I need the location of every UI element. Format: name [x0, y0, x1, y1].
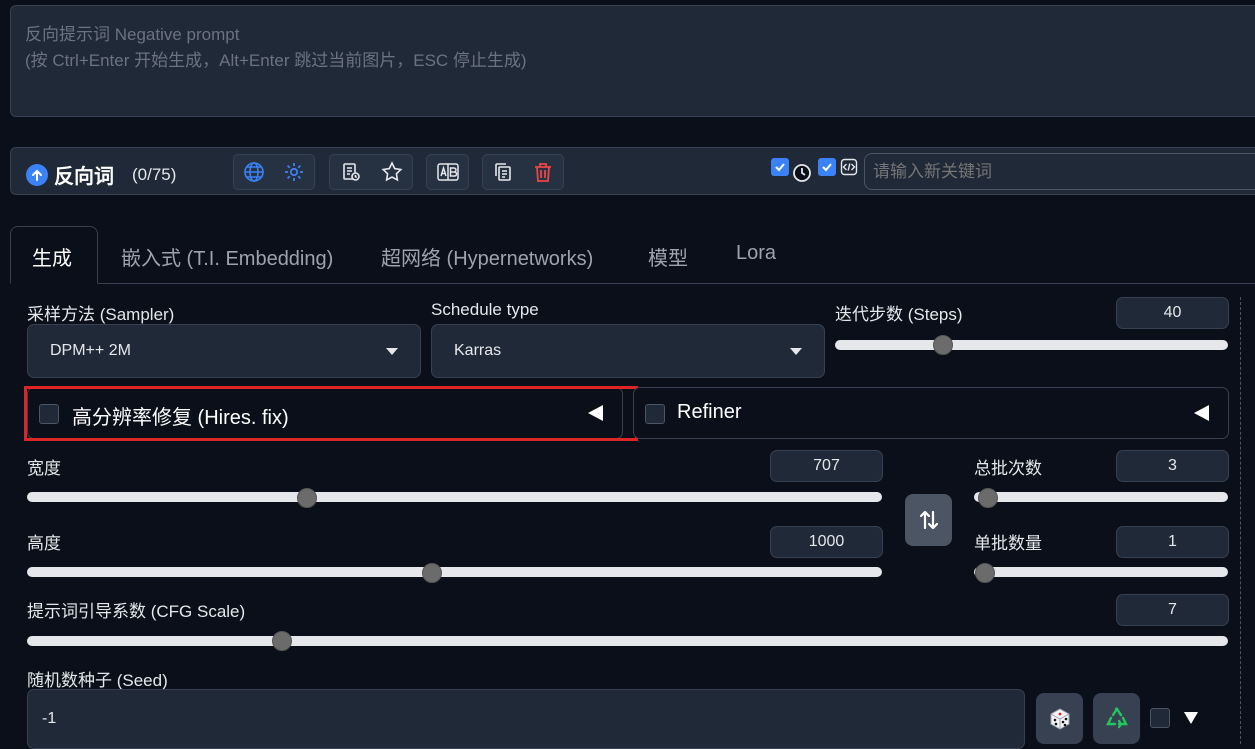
schedule-value: Karras [454, 342, 502, 359]
negative-prompt-placeholder-1: 反向提示词 Negative prompt [25, 25, 240, 44]
batch-count-slider-thumb[interactable] [978, 488, 998, 508]
chevron-down-icon [386, 347, 398, 355]
translate-icon[interactable] [433, 157, 463, 187]
schedule-label: Schedule type [431, 300, 539, 319]
height-slider-thumb[interactable] [422, 563, 442, 583]
cfg-number-input[interactable]: 7 [1116, 594, 1229, 626]
seed-input[interactable]: -1 [27, 689, 1025, 749]
trash-icon[interactable] [528, 157, 558, 187]
tab-lora[interactable]: Lora [736, 242, 776, 265]
tab-generate[interactable]: 生成 [32, 242, 72, 271]
cfg-slider-thumb[interactable] [272, 631, 292, 651]
batch-count-slider-track[interactable] [974, 492, 1228, 502]
steps-slider-track[interactable] [835, 340, 1228, 350]
refiner-checkbox[interactable] [645, 404, 665, 424]
toolbar-title-group[interactable]: 反向词 (0/75) [26, 160, 176, 189]
timer-icon [792, 163, 812, 188]
chevron-down-icon [790, 347, 802, 355]
recycle-icon [1105, 706, 1128, 728]
toolbar-group-4 [482, 154, 564, 190]
seed-label: 随机数种子 (Seed) [27, 671, 168, 690]
expand-arrow-icon[interactable] [1184, 712, 1198, 724]
height-label: 高度 [27, 534, 61, 553]
collapse-arrow-icon[interactable] [1194, 405, 1209, 421]
batch-size-slider-track[interactable] [974, 567, 1228, 577]
tabs-divider [10, 283, 1255, 284]
height-slider-track[interactable] [27, 567, 882, 577]
batch-count-number-input[interactable]: 3 [1116, 450, 1229, 482]
width-slider-thumb[interactable] [297, 488, 317, 508]
seed-value: -1 [42, 710, 57, 727]
negative-prompt-placeholder-2: (按 Ctrl+Enter 开始生成，Alt+Enter 跳过当前图片，ESC … [25, 51, 527, 70]
extra-seed-checkbox[interactable] [1150, 708, 1170, 728]
panel-edge [1240, 297, 1241, 744]
sampler-label: 采样方法 (Sampler) [27, 305, 175, 324]
sampler-dropdown[interactable]: DPM++ 2M [27, 324, 421, 378]
gear-icon[interactable] [279, 157, 309, 187]
negative-prompt-textarea[interactable]: 反向提示词 Negative prompt (按 Ctrl+Enter 开始生成… [10, 5, 1255, 117]
toolbar-title: 反向词 [54, 166, 114, 188]
keyword-input[interactable] [864, 153, 1255, 190]
steps-number-input[interactable]: 40 [1116, 297, 1229, 329]
cfg-slider-track[interactable] [27, 636, 1228, 646]
token-count: (0/75) [132, 164, 177, 184]
refiner-label: Refiner [677, 401, 742, 423]
schedule-dropdown[interactable]: Karras [431, 324, 825, 378]
toolbar-group-3 [426, 154, 469, 190]
steps-label: 迭代步数 (Steps) [835, 305, 963, 324]
batch-count-label: 总批次数 [974, 459, 1042, 478]
auto-translate-checkbox[interactable] [771, 158, 789, 176]
code-icon [840, 158, 858, 181]
copy-icon[interactable] [488, 157, 518, 187]
history-icon[interactable] [336, 157, 366, 187]
toolbar-group-1 [233, 154, 315, 190]
batch-size-slider-thumb[interactable] [975, 563, 995, 583]
globe-icon[interactable] [239, 157, 269, 187]
toolbar-group-2 [329, 154, 413, 190]
steps-slider-thumb[interactable] [933, 335, 953, 355]
random-seed-button[interactable] [1036, 693, 1083, 744]
code-checkbox[interactable] [818, 158, 836, 176]
tab-embedding[interactable]: 嵌入式 (T.I. Embedding) [121, 242, 333, 271]
sampler-value: DPM++ 2M [50, 342, 131, 359]
tab-models[interactable]: 模型 [648, 242, 688, 271]
star-icon[interactable] [377, 157, 407, 187]
swap-dimensions-button[interactable] [905, 494, 952, 546]
width-label: 宽度 [27, 459, 61, 478]
width-slider-track[interactable] [27, 492, 882, 502]
tab-hypernetworks[interactable]: 超网络 (Hypernetworks) [381, 242, 593, 271]
width-number-input[interactable]: 707 [770, 450, 883, 482]
reuse-seed-button[interactable] [1093, 693, 1140, 744]
dice-icon [1050, 707, 1069, 730]
cfg-label: 提示词引导系数 (CFG Scale) [27, 602, 246, 621]
swap-icon [919, 510, 938, 530]
height-number-input[interactable]: 1000 [770, 526, 883, 558]
highlight-box [24, 386, 638, 441]
batch-size-number-input[interactable]: 1 [1116, 526, 1229, 558]
collapse-up-icon[interactable] [26, 163, 48, 186]
batch-size-label: 单批数量 [974, 534, 1042, 553]
